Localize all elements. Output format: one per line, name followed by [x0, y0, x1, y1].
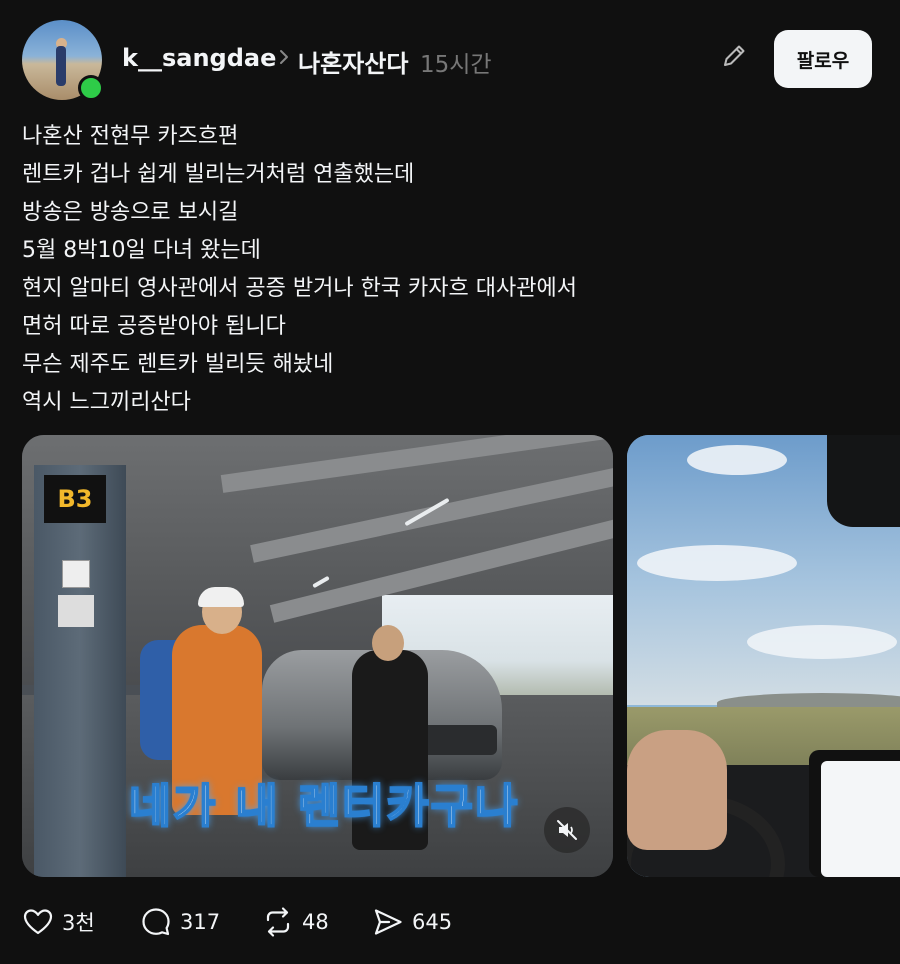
person-black-head [372, 625, 404, 661]
community-name[interactable]: 나혼자산다 [298, 44, 408, 79]
share-button[interactable]: 645 [372, 895, 452, 949]
cloud [747, 625, 897, 659]
repost-icon [266, 907, 290, 937]
notice-sign [58, 595, 94, 627]
post-header: k__sangdae 나혼자산다 15시간 팔로우 [0, 0, 900, 120]
avatar-figure [56, 46, 66, 86]
white-cap [198, 587, 244, 607]
mute-icon [557, 820, 577, 840]
post-body-line: 방송은 방송으로 보시길 [22, 200, 239, 225]
mute-button[interactable] [544, 807, 590, 853]
car-screen-display [821, 761, 900, 877]
share-icon [374, 909, 402, 935]
repost-button[interactable]: 48 [262, 895, 329, 949]
like-count: 3천 [62, 911, 95, 935]
driver-hand [627, 730, 727, 850]
comment-count: 317 [180, 910, 221, 934]
post-body-line: 무슨 제주도 렌트카 빌리듯 해놨네 [22, 352, 334, 377]
car-grille [417, 725, 497, 755]
image-thumbnail[interactable] [627, 435, 900, 877]
follow-button[interactable]: 팔로우 [774, 30, 872, 88]
username[interactable]: k__sangdae [122, 44, 276, 72]
video-thumbnail[interactable]: B3 네가 내 렌터카구나 [22, 435, 613, 877]
post-body-line: 면허 따로 공증받아야 됩니다 [22, 314, 286, 339]
parking-sign: B3 [44, 475, 106, 523]
post-body-line: 현지 알마티 영사관에서 공증 받거나 한국 카자흐 대사관에서 [22, 276, 577, 301]
edit-icon[interactable] [718, 40, 750, 72]
video-caption: 네가 내 렌터카구나 [128, 778, 520, 834]
post-time: 15시간 [420, 52, 492, 78]
post-body-line: 5월 8박10일 다녀 왔는데 [22, 238, 261, 263]
post-body-line: 렌트카 겁나 쉽게 빌리는거처럼 연출했는데 [22, 162, 415, 187]
chevron-right-icon [280, 50, 288, 64]
comment-icon [142, 908, 170, 936]
post-body: 나혼산 전현무 카즈흐편 렌트카 겁나 쉽게 빌리는거처럼 연출했는데 방송은 … [22, 118, 882, 422]
post-body-line: 나혼산 전현무 카즈흐편 [22, 124, 239, 149]
share-count: 645 [412, 910, 453, 934]
action-bar: 3천 317 48 645 [0, 895, 900, 949]
no-smoking-sign [62, 560, 90, 588]
online-status-dot [78, 75, 104, 101]
repost-count: 48 [302, 910, 329, 934]
comment-button[interactable]: 317 [140, 895, 220, 949]
rearview-mirror [827, 435, 900, 527]
cloud [687, 445, 787, 475]
cloud [637, 545, 797, 581]
heart-icon [23, 909, 53, 935]
post-body-line: 역시 느그끼리산다 [22, 390, 191, 415]
like-button[interactable]: 3천 [22, 895, 95, 949]
